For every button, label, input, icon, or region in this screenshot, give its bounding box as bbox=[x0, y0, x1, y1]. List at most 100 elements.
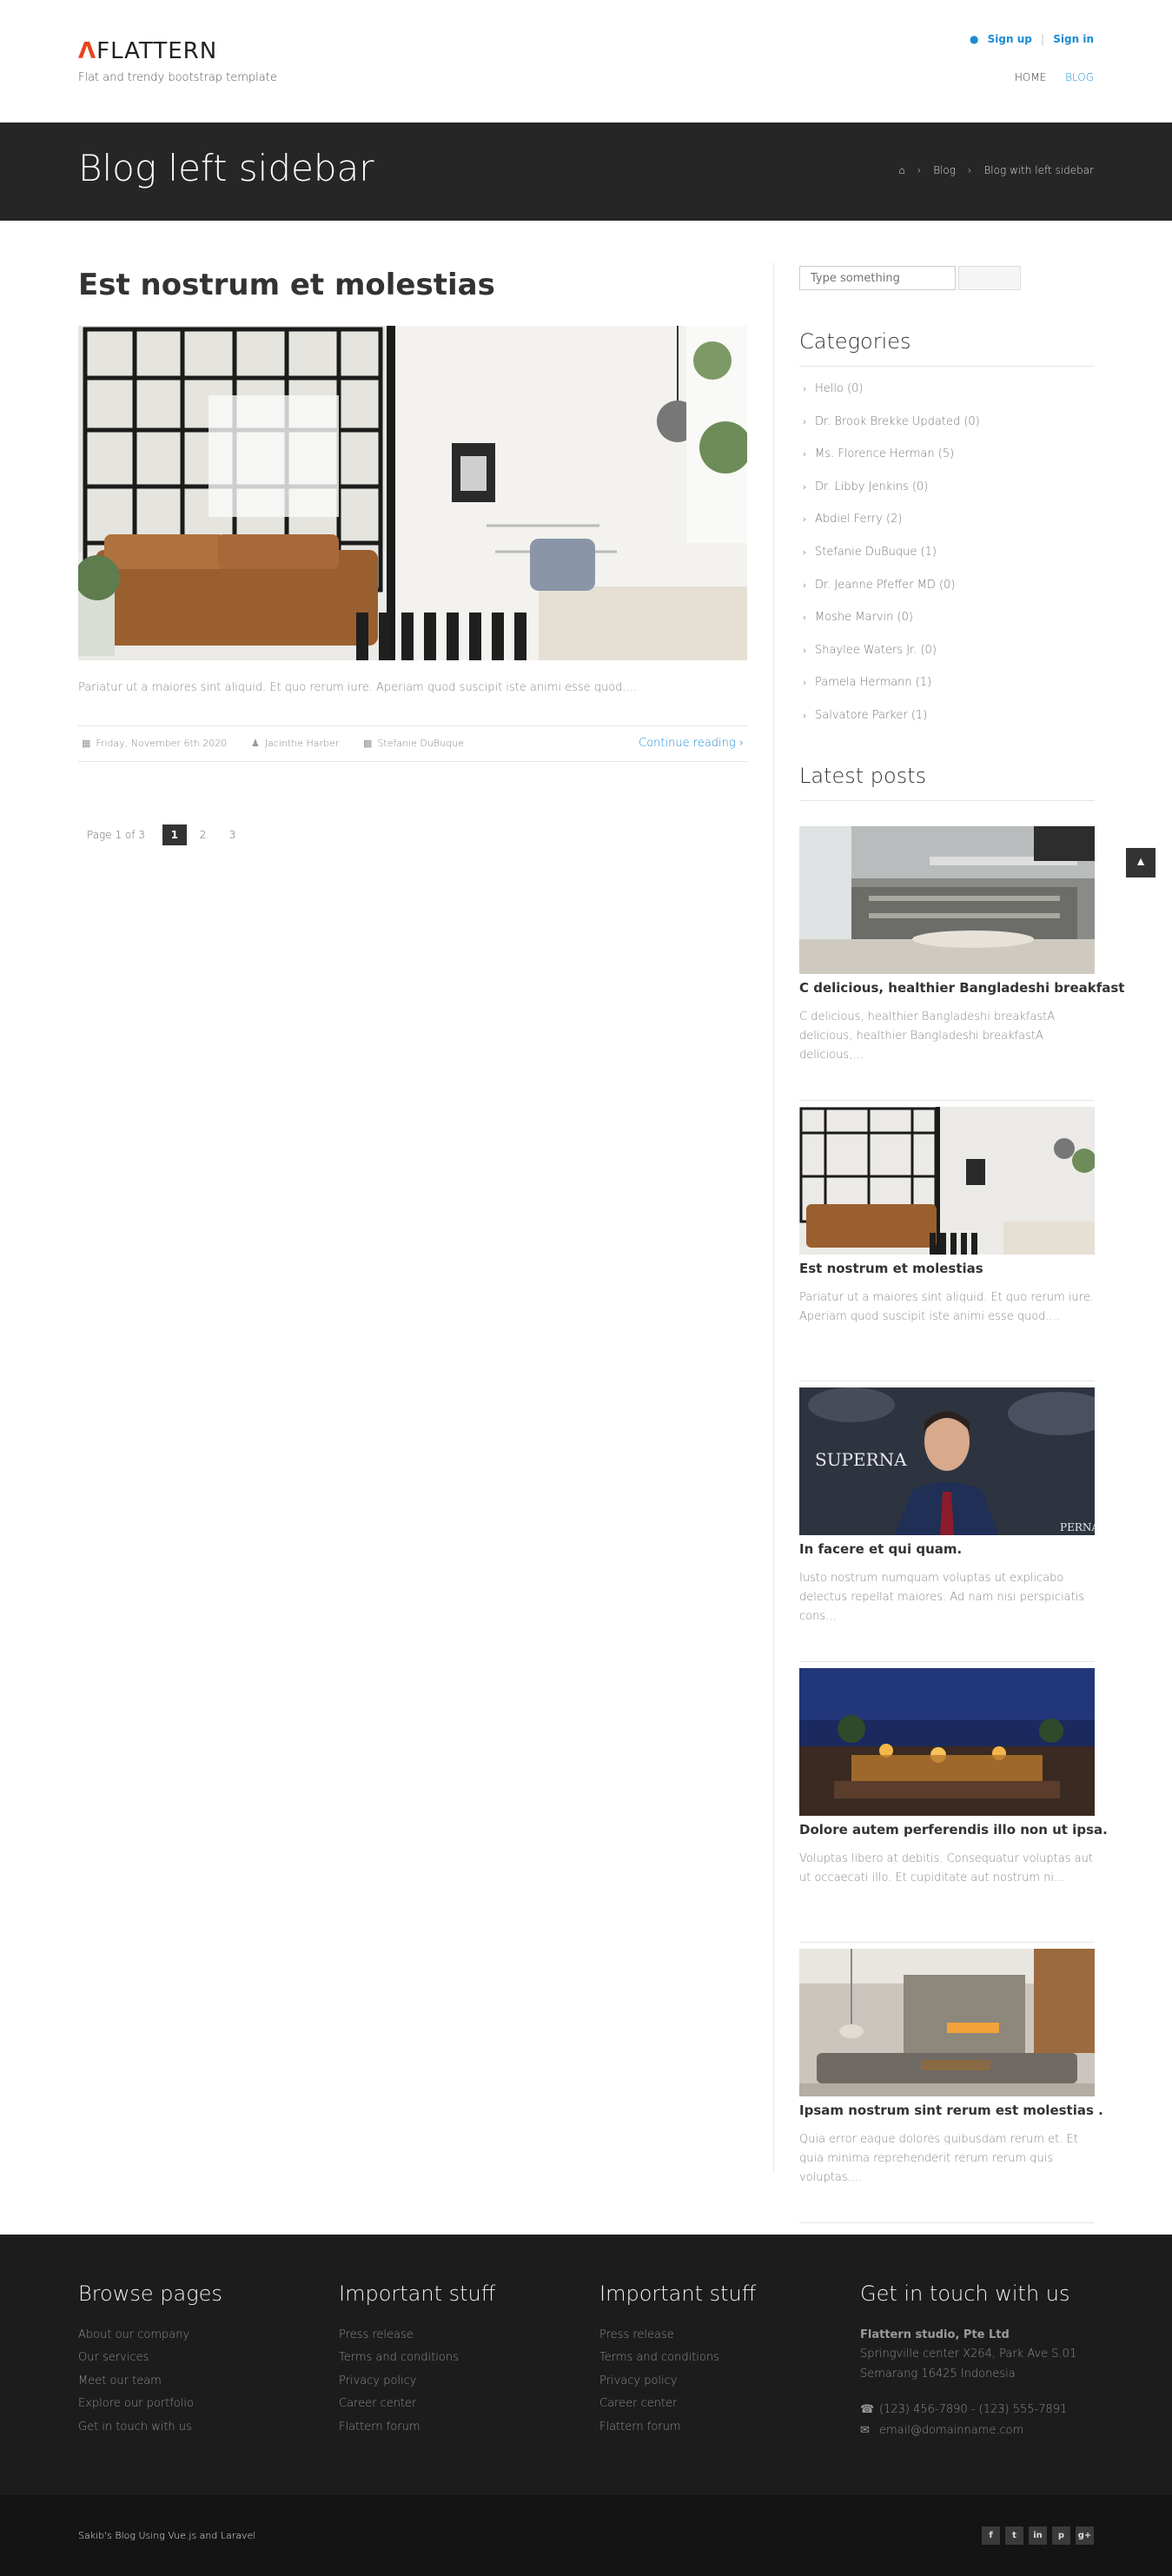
latest-post-item: Ipsam nostrum sint rerum est molestias .… bbox=[799, 1943, 1103, 2223]
post-date: ▦ Friday, November 6th 2020 bbox=[82, 738, 228, 749]
latest-post-excerpt: Quia error eaque dolores quibusdam rerum… bbox=[799, 2133, 1078, 2184]
latest-post-thumbnail[interactable]: SUPERNA PERNA bbox=[799, 1387, 1095, 1535]
latest-post-excerpt: Voluptas libero at debitis. Consequatur … bbox=[799, 1852, 1093, 1884]
latest-post-excerpt: Iusto nostrum numquam voluptas ut explic… bbox=[799, 1572, 1085, 1623]
nav-item-home[interactable]: HOME bbox=[1015, 71, 1046, 83]
continue-reading-link[interactable]: Continue reading › bbox=[639, 737, 744, 750]
category-item[interactable]: › Ms. Florence Herman (5) bbox=[799, 447, 1095, 480]
chevron-right-icon: › bbox=[803, 513, 807, 526]
search-input[interactable] bbox=[799, 266, 956, 290]
linkedin-icon[interactable]: in bbox=[1029, 2526, 1047, 2545]
footer-link[interactable]: Explore our portfolio bbox=[78, 2397, 304, 2420]
chevron-right-icon: › bbox=[967, 164, 972, 176]
svg-text:PERNA: PERNA bbox=[1060, 1521, 1095, 1533]
page-link-1[interactable]: 1 bbox=[162, 824, 187, 845]
category-item[interactable]: › Stefanie DuBuque (1) bbox=[799, 546, 1095, 579]
footer-link[interactable]: Terms and conditions bbox=[339, 2351, 565, 2374]
footer-heading: Important stuff bbox=[339, 2281, 496, 2306]
google-plus-icon[interactable]: g+ bbox=[1076, 2526, 1094, 2545]
footer-link[interactable]: Flattern forum bbox=[599, 2420, 825, 2443]
post-author[interactable]: ♟ Jacinthe Harber bbox=[251, 738, 339, 749]
pinterest-icon[interactable]: p bbox=[1052, 2526, 1070, 2545]
footer-link[interactable]: Privacy policy bbox=[599, 2374, 825, 2397]
latest-post-thumbnail[interactable] bbox=[799, 826, 1095, 974]
footer-link[interactable]: About our company bbox=[78, 2328, 304, 2351]
footer-link[interactable]: Get in touch with us bbox=[78, 2420, 304, 2443]
footer-link[interactable]: Press release bbox=[599, 2328, 825, 2351]
footer-col-important-2: Important stuff Press release Terms and … bbox=[599, 2281, 825, 2443]
latest-post-thumbnail[interactable] bbox=[799, 1668, 1095, 1816]
chevron-right-icon: › bbox=[803, 579, 807, 591]
footer-link[interactable]: Press release bbox=[339, 2328, 565, 2351]
latest-post-item: SUPERNA PERNA In facere et qui quam. Ius… bbox=[799, 1381, 1095, 1662]
latest-post-title[interactable]: C delicious, healthier Bangladeshi break… bbox=[799, 980, 1124, 996]
search-button[interactable] bbox=[958, 266, 1021, 290]
page-link-3[interactable]: 3 bbox=[219, 824, 245, 845]
category-item[interactable]: › Dr. Jeanne Pfeffer MD (0) bbox=[799, 579, 1095, 612]
footer-heading: Important stuff bbox=[599, 2281, 757, 2306]
category-item[interactable]: › Hello (0) bbox=[799, 382, 1095, 415]
footer-col-browse: Browse pages About our company Our servi… bbox=[78, 2281, 304, 2443]
breadcrumb-blog[interactable]: Blog bbox=[933, 164, 956, 176]
facebook-icon[interactable]: f bbox=[982, 2526, 1000, 2545]
chevron-right-icon: › bbox=[803, 448, 807, 460]
site-logo[interactable]: ΛFLATTERN bbox=[78, 38, 217, 64]
category-item[interactable]: › Salvatore Parker (1) bbox=[799, 709, 1095, 742]
latest-post-item: Dolore autem perferendis illo non ut ips… bbox=[799, 1662, 1108, 1943]
latest-post-thumbnail[interactable] bbox=[799, 1949, 1095, 2096]
post-category[interactable]: ▩ Stefanie DuBuque bbox=[363, 738, 464, 749]
latest-post-thumbnail[interactable] bbox=[799, 1107, 1095, 1255]
email-line[interactable]: ✉ email@domainname.com bbox=[860, 2424, 1095, 2445]
site-header: ΛFLATTERN Flat and trendy bootstrap temp… bbox=[0, 0, 1172, 123]
category-item[interactable]: › Pamela Hermann (1) bbox=[799, 676, 1095, 709]
breadcrumb: ⌂ › Blog › Blog with left sidebar bbox=[899, 164, 1094, 176]
footer-link[interactable]: Our services bbox=[78, 2351, 304, 2374]
category-list: › Hello (0) › Dr. Brook Brekke Updated (0)… bbox=[799, 382, 1095, 742]
envelope-icon: ✉ bbox=[860, 2424, 870, 2437]
chevron-right-icon: › bbox=[803, 480, 807, 493]
latest-post-excerpt: C delicious, healthier Bangladeshi break… bbox=[799, 1010, 1056, 1062]
twitter-icon[interactable]: t bbox=[1005, 2526, 1023, 2545]
phone-icon: ☎ bbox=[860, 2403, 875, 2416]
category-item[interactable]: › Shaylee Waters Jr. (0) bbox=[799, 644, 1095, 677]
footer-link[interactable]: Privacy policy bbox=[339, 2374, 565, 2397]
category-item[interactable]: › Dr. Libby Jenkins (0) bbox=[799, 480, 1095, 513]
home-icon[interactable]: ⌂ bbox=[899, 164, 905, 176]
latest-posts-list: C delicious, healthier Bangladeshi break… bbox=[799, 820, 1124, 2223]
main-nav: HOME BLOG bbox=[999, 71, 1094, 83]
post-image[interactable] bbox=[78, 326, 747, 660]
page-link-2[interactable]: 2 bbox=[190, 824, 216, 845]
chevron-right-icon: › bbox=[803, 383, 807, 394]
calendar-icon: ▦ bbox=[82, 738, 91, 749]
latest-post-title[interactable]: Est nostrum et molestias bbox=[799, 1261, 983, 1276]
post-excerpt: Pariatur ut a maiores sint aliquid. Et q… bbox=[78, 681, 638, 694]
latest-post-title[interactable]: Ipsam nostrum sint rerum est molestias . bbox=[799, 2103, 1103, 2118]
auth-separator: | bbox=[1041, 33, 1045, 45]
category-item[interactable]: › Dr. Brook Brekke Updated (0) bbox=[799, 415, 1095, 448]
back-to-top-button[interactable]: ▲ bbox=[1126, 848, 1155, 877]
footer-link[interactable]: Meet our team bbox=[78, 2374, 304, 2397]
category-item[interactable]: › Moshe Marvin (0) bbox=[799, 611, 1095, 644]
address-line: Springville center X264, Park Ave S.01 bbox=[860, 2348, 1077, 2361]
post-meta: ▦ Friday, November 6th 2020 ♟ Jacinthe Har… bbox=[78, 725, 747, 762]
category-item[interactable]: › Abdiel Ferry (2) bbox=[799, 513, 1095, 546]
copyright-text: Sakib's Blog Using Vue.js and Laravel bbox=[78, 2530, 256, 2541]
column-divider bbox=[773, 262, 774, 2174]
footer-link[interactable]: Terms and conditions bbox=[599, 2351, 825, 2374]
sign-in-link[interactable]: Sign in bbox=[1053, 33, 1094, 45]
chevron-right-icon: › bbox=[803, 612, 807, 624]
chevron-up-icon: ▲ bbox=[1135, 855, 1147, 869]
user-icon: ● bbox=[969, 33, 979, 45]
footer-col-contact: Get in touch with us Flattern studio, Pt… bbox=[860, 2281, 1095, 2445]
pagination: Page 1 of 3 1 2 3 bbox=[78, 824, 245, 847]
chevron-right-icon: › bbox=[803, 677, 807, 689]
footer-link[interactable]: Career center bbox=[599, 2397, 825, 2420]
latest-post-title[interactable]: In facere et qui quam. bbox=[799, 1541, 962, 1557]
page-title: Blog left sidebar bbox=[78, 147, 374, 189]
footer-link[interactable]: Flattern forum bbox=[339, 2420, 565, 2443]
post-title[interactable]: Est nostrum et molestias bbox=[78, 268, 495, 302]
nav-item-blog[interactable]: BLOG bbox=[1065, 71, 1094, 83]
footer-link[interactable]: Career center bbox=[339, 2397, 565, 2420]
latest-post-title[interactable]: Dolore autem perferendis illo non ut ips… bbox=[799, 1822, 1108, 1838]
sign-up-link[interactable]: Sign up bbox=[988, 33, 1032, 45]
